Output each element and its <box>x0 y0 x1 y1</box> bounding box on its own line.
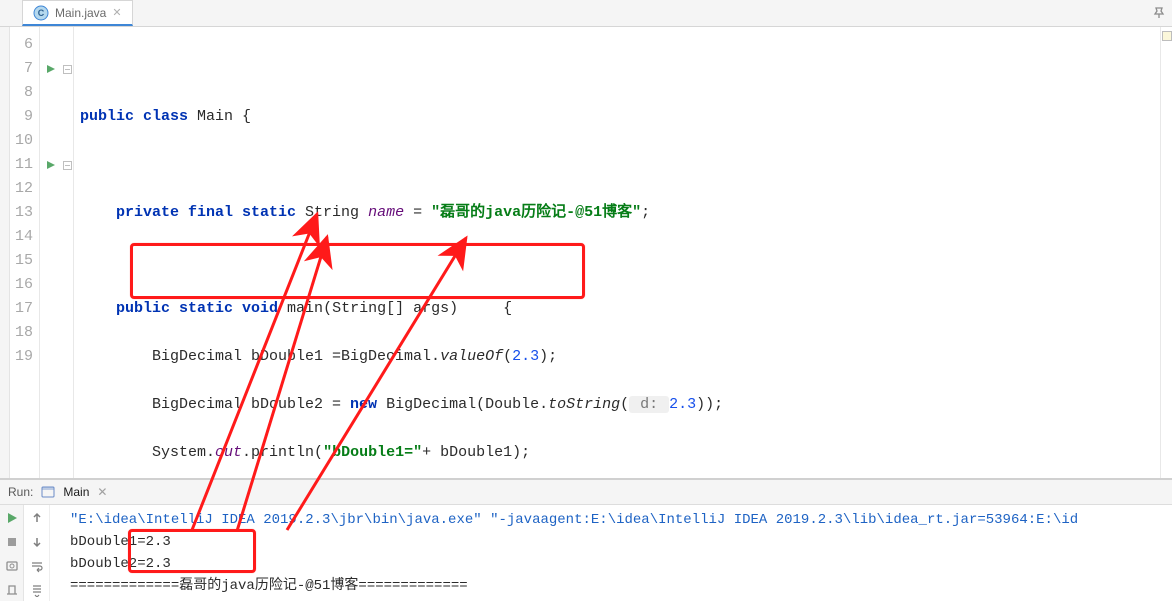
analysis-status-icon[interactable] <box>1162 31 1172 41</box>
line-number-gutter: 678910111213141516171819 <box>10 27 40 478</box>
kw-new: new <box>350 396 386 413</box>
file-tab[interactable]: C Main.java ✕ <box>22 0 133 26</box>
system-out-1: out <box>215 444 242 461</box>
run-header: Run: Main ✕ <box>0 480 1172 505</box>
main-signature: (String[] args) { <box>323 300 512 317</box>
field-name: name <box>368 204 404 221</box>
kw-field-modifiers: private final static <box>116 204 305 221</box>
java-class-icon: C <box>33 5 49 21</box>
brace-open-class: { <box>233 108 251 125</box>
call-tostring: toString <box>548 396 620 413</box>
run-toolbar-left <box>0 505 24 601</box>
run-config-name[interactable]: Main <box>63 485 89 499</box>
kw-main-modifiers: public static void <box>116 300 287 317</box>
fold-gutter <box>62 27 74 478</box>
class-name: Main <box>197 108 233 125</box>
field-value-string: "磊哥的java历险记-@51博客" <box>431 204 641 221</box>
run-tool-window: Run: Main ✕ "E:\idea\IntelliJ IDEA 201 <box>0 479 1172 601</box>
exit-button[interactable] <box>3 581 21 599</box>
code-area[interactable]: public class Main { private final static… <box>74 27 1160 478</box>
rerun-button[interactable] <box>3 509 21 527</box>
console-cmd-line: "E:\idea\IntelliJ IDEA 2019.2.3\jbr\bin\… <box>70 509 1164 531</box>
pin-tab-icon[interactable] <box>1152 6 1166 23</box>
error-stripe[interactable] <box>1160 27 1172 478</box>
println-str-1: "bDouble1=" <box>323 444 422 461</box>
red-box-console <box>128 529 256 573</box>
close-tab-icon[interactable]: ✕ <box>112 6 121 19</box>
run-body: "E:\idea\IntelliJ IDEA 2019.2.3\jbr\bin\… <box>0 505 1172 601</box>
literal-2.3a: 2.3 <box>512 348 539 365</box>
ctor-bigdecimal: BigDecimal(Double. <box>386 396 548 413</box>
run-marker-gutter <box>40 27 62 478</box>
run-label: Run: <box>8 485 33 499</box>
editor-zone: C Main.java ✕ 678910111213141516171819 p… <box>0 0 1172 479</box>
run-tab-close-icon[interactable]: ✕ <box>97 485 107 499</box>
literal-2.3b: 2.3 <box>669 396 696 413</box>
svg-text:C: C <box>38 8 45 18</box>
dump-threads-button[interactable] <box>3 557 21 575</box>
scroll-up-icon[interactable] <box>28 509 46 527</box>
method-name-main: main <box>287 300 323 317</box>
kw-public-class: public class <box>80 108 197 125</box>
fold-toggle[interactable] <box>62 153 73 177</box>
param-hint-d: d: <box>629 396 669 413</box>
editor-tab-strip: C Main.java ✕ <box>0 0 1172 27</box>
console-output[interactable]: "E:\idea\IntelliJ IDEA 2019.2.3\jbr\bin\… <box>50 505 1172 601</box>
run-line-marker[interactable] <box>40 57 62 81</box>
run-line-marker[interactable] <box>40 153 62 177</box>
scroll-down-icon[interactable] <box>28 533 46 551</box>
call-valueof: valueOf <box>440 348 503 365</box>
far-gutter <box>0 27 10 478</box>
file-tab-name: Main.java <box>55 6 106 20</box>
run-config-icon[interactable] <box>41 485 55 500</box>
type-string: String <box>305 204 368 221</box>
scroll-to-end-icon[interactable] <box>28 581 46 599</box>
stop-button[interactable] <box>3 533 21 551</box>
run-toolbar-inner <box>24 505 50 601</box>
soft-wrap-icon[interactable] <box>28 557 46 575</box>
fold-toggle[interactable] <box>62 57 73 81</box>
editor-body[interactable]: 678910111213141516171819 public class Ma… <box>0 27 1172 478</box>
console-line-3: =============磊哥的java历险记-@51博客===========… <box>70 575 1164 597</box>
